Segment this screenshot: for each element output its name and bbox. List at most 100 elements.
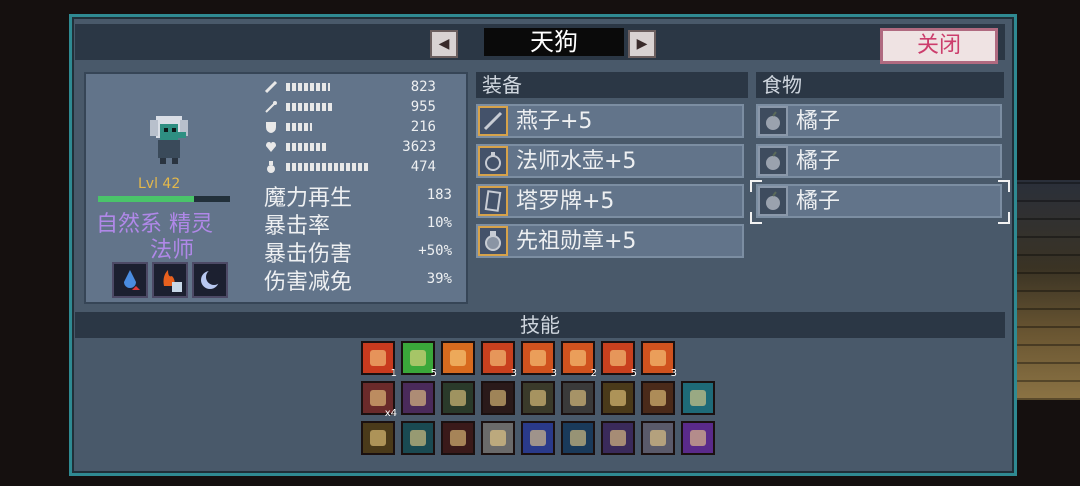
dark-blade-icon[interactable] [441,381,475,415]
selection-corner [998,212,1010,224]
fire-wave-icon[interactable]: 3 [481,341,517,379]
moon-icon[interactable] [192,262,228,298]
skill-glyph [370,430,386,446]
skill-glyph [690,390,706,406]
skill-glyph [450,430,466,446]
equipment-label: 法师水壶+5 [516,149,637,174]
orange-icon [758,146,788,176]
equipment-slot[interactable]: 塔罗牌+5 [476,184,744,218]
flame-pillar-icon[interactable] [441,341,475,375]
skill-glyph [410,430,426,446]
skill-count: 3 [670,368,677,379]
cyan-scythe-icon[interactable] [401,421,435,455]
food-label: 橘子 [796,189,841,214]
arrow-icon[interactable] [521,381,555,415]
purple-heart-icon[interactable] [401,381,435,415]
fire-shield-icon[interactable] [152,262,188,298]
mask-icon[interactable] [561,421,595,455]
stat-bar [286,123,312,131]
food-slot-selected[interactable]: 橘子 [756,184,1002,218]
equipment-label: 先祖勋章+5 [516,229,637,254]
skill-glyph [370,350,386,366]
class-label-2: 法师 [150,238,195,263]
stat-value: 474 [410,159,436,175]
skill-glyph [650,350,666,366]
wand-icon [265,101,277,113]
food-label: 橘子 [796,109,841,134]
next-character-button[interactable]: ▶ [628,30,656,58]
fire-rain-icon[interactable]: 3 [641,341,677,379]
triangle-right-icon: ▶ [636,36,648,52]
skill-count: 2 [590,368,597,379]
character-portrait [150,116,188,164]
medal-icon [478,226,508,256]
fire-burst-icon[interactable]: 1 [361,341,397,379]
character-name: 天狗 [484,28,624,56]
skill-glyph [410,390,426,406]
crossed-swords-icon[interactable] [561,381,595,415]
skill-glyph [530,390,546,406]
equipment-slot[interactable]: 先祖勋章+5 [476,224,744,258]
fire-blast-icon[interactable]: 5 [601,341,637,379]
dungeon-wall [1010,180,1080,400]
skill-glyph [450,350,466,366]
heart-icon [266,142,276,152]
stat-value: 183 [426,187,452,203]
scroll-icon[interactable] [641,421,675,455]
fire-bolt-icon[interactable]: 2 [561,341,597,379]
skill-glyph [570,430,586,446]
shadow-icon[interactable] [481,381,515,415]
rising-arrow-icon[interactable] [361,421,395,455]
equipment-slot[interactable]: 法师水壶+5 [476,144,744,178]
skills-header: 技能 [75,312,1005,338]
staff-icon [478,106,508,136]
slash-icon[interactable] [601,381,635,415]
skill-count: 5 [630,368,637,379]
purple-scythe-icon[interactable] [601,421,635,455]
skill-glyph [490,390,506,406]
close-button[interactable]: 关闭 [880,28,998,64]
fire-lock-icon[interactable] [641,381,675,415]
skill-glyph [690,430,706,446]
food-slot[interactable]: 橘子 [756,144,1002,178]
health-bar-fill [98,196,194,202]
skill-glyph [530,350,546,366]
fire-bolt-icon[interactable]: 3 [521,341,557,379]
purple-rune-icon[interactable] [681,421,715,455]
stat-label: 伤害减免 [264,270,353,295]
crown-icon[interactable] [521,421,555,455]
potion-icon [267,161,275,173]
water-drop-icon[interactable] [112,262,148,298]
downward-fire-icon[interactable] [441,421,475,455]
skill-glyph [610,430,626,446]
food-label: 橘子 [796,149,841,174]
equipment-label: 燕子+5 [516,109,593,134]
skill-count: 3 [510,368,517,379]
stone-icon[interactable] [481,421,515,455]
skill-count: 3 [550,368,557,379]
stat-value: +50% [418,243,452,259]
skill-glyph [570,390,586,406]
stat-bar [286,143,328,151]
red-demon-icon[interactable]: x4 [361,381,397,419]
green-burst-icon[interactable]: 5 [401,341,437,379]
skill-count: 5 [430,368,437,379]
skill-glyph [370,390,386,406]
stat-bar [286,163,370,171]
selection-corner [998,180,1010,192]
cyan-shield-icon[interactable] [681,381,715,415]
skill-glyph [570,350,586,366]
stat-value: 823 [410,79,436,95]
food-slot[interactable]: 橘子 [756,104,1002,138]
stat-value: 39% [426,271,452,287]
skill-glyph [490,350,506,366]
selection-corner [750,180,762,192]
prev-character-button[interactable]: ◀ [430,30,458,58]
stat-value: 955 [410,99,436,115]
equipment-slot[interactable]: 燕子+5 [476,104,744,138]
skill-count: x4 [384,408,397,419]
skill-glyph [650,430,666,446]
selection-corner [750,212,762,224]
sword-icon [264,80,278,94]
triangle-left-icon: ◀ [438,36,450,52]
